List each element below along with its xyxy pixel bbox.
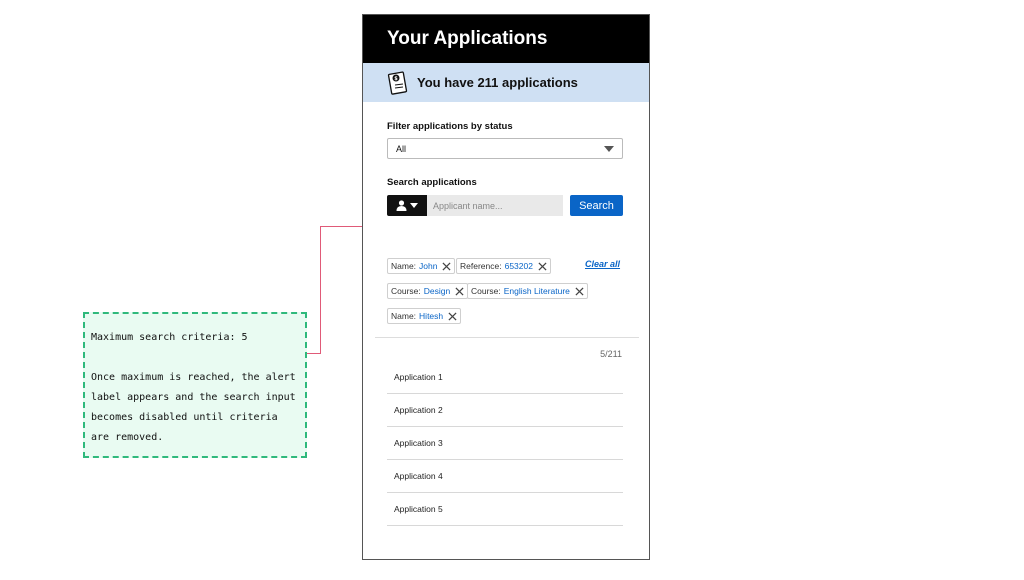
list-item[interactable]: Application 5 — [387, 493, 623, 526]
annotation-line-2: Once maximum is reached, the alert label… — [91, 372, 296, 443]
chip-name-john: Name: John — [387, 258, 456, 274]
chip-course-english: Course: English Literature — [467, 283, 588, 299]
close-icon[interactable] — [575, 286, 584, 296]
close-icon[interactable] — [455, 286, 464, 296]
chip-value: English Literature — [503, 286, 570, 296]
annotation-connector — [320, 226, 321, 354]
search-type-dropdown[interactable] — [387, 195, 427, 216]
chip-key: Reference: — [460, 261, 502, 271]
divider — [375, 337, 639, 338]
chip-name-hitesh: Name: Hitesh — [387, 308, 462, 324]
list-item[interactable]: Application 2 — [387, 394, 623, 427]
close-icon[interactable] — [442, 261, 452, 271]
chip-key: Course: — [391, 286, 421, 296]
chevron-down-icon — [604, 145, 614, 152]
document-icon: $ — [387, 70, 409, 96]
chevron-down-icon — [410, 203, 418, 208]
status-select[interactable]: All — [387, 138, 623, 159]
chip-value: 653202 — [504, 261, 533, 271]
banner-text: You have 211 applications — [417, 75, 578, 90]
applications-list: Application 1 Application 2 Application … — [387, 361, 623, 526]
chip-key: Name: — [391, 311, 417, 321]
annotation-connector-bottom — [307, 353, 321, 354]
search-label: Search applications — [387, 177, 477, 188]
results-count: 5/211 — [600, 349, 622, 359]
svg-text:$: $ — [394, 76, 398, 82]
search-row: Search — [387, 195, 623, 216]
filter-label: Filter applications by status — [387, 121, 513, 132]
chip-value: Design — [423, 286, 451, 296]
annotation-line-1: Maximum search criteria: 5 — [91, 332, 248, 343]
clear-all-link[interactable]: Clear all — [585, 259, 620, 269]
person-icon — [396, 200, 407, 211]
chip-key: Name: — [391, 261, 417, 271]
chip-key: Course: — [471, 286, 501, 296]
search-button[interactable]: Search — [570, 195, 623, 216]
list-item[interactable]: Application 3 — [387, 427, 623, 460]
page-title: Your Applications — [387, 28, 548, 49]
list-item[interactable]: Application 4 — [387, 460, 623, 493]
search-input[interactable] — [427, 195, 563, 216]
applications-banner: $ You have 211 applications — [363, 63, 649, 102]
phone-frame: Your Applications $ You have 211 applica… — [362, 14, 650, 560]
close-icon[interactable] — [538, 261, 547, 271]
annotation-note: Maximum search criteria: 5 Once maximum … — [83, 312, 307, 458]
list-item[interactable]: Application 1 — [387, 361, 623, 394]
chip-value: Hitesh — [419, 311, 444, 321]
close-icon[interactable] — [448, 311, 457, 321]
annotation-connector-top — [320, 226, 362, 227]
page-header: Your Applications — [363, 15, 649, 63]
status-select-value: All — [396, 143, 407, 154]
chip-course-design: Course: Design — [387, 283, 469, 299]
chip-reference: Reference: 653202 — [456, 258, 551, 274]
chip-value: John — [419, 261, 438, 271]
